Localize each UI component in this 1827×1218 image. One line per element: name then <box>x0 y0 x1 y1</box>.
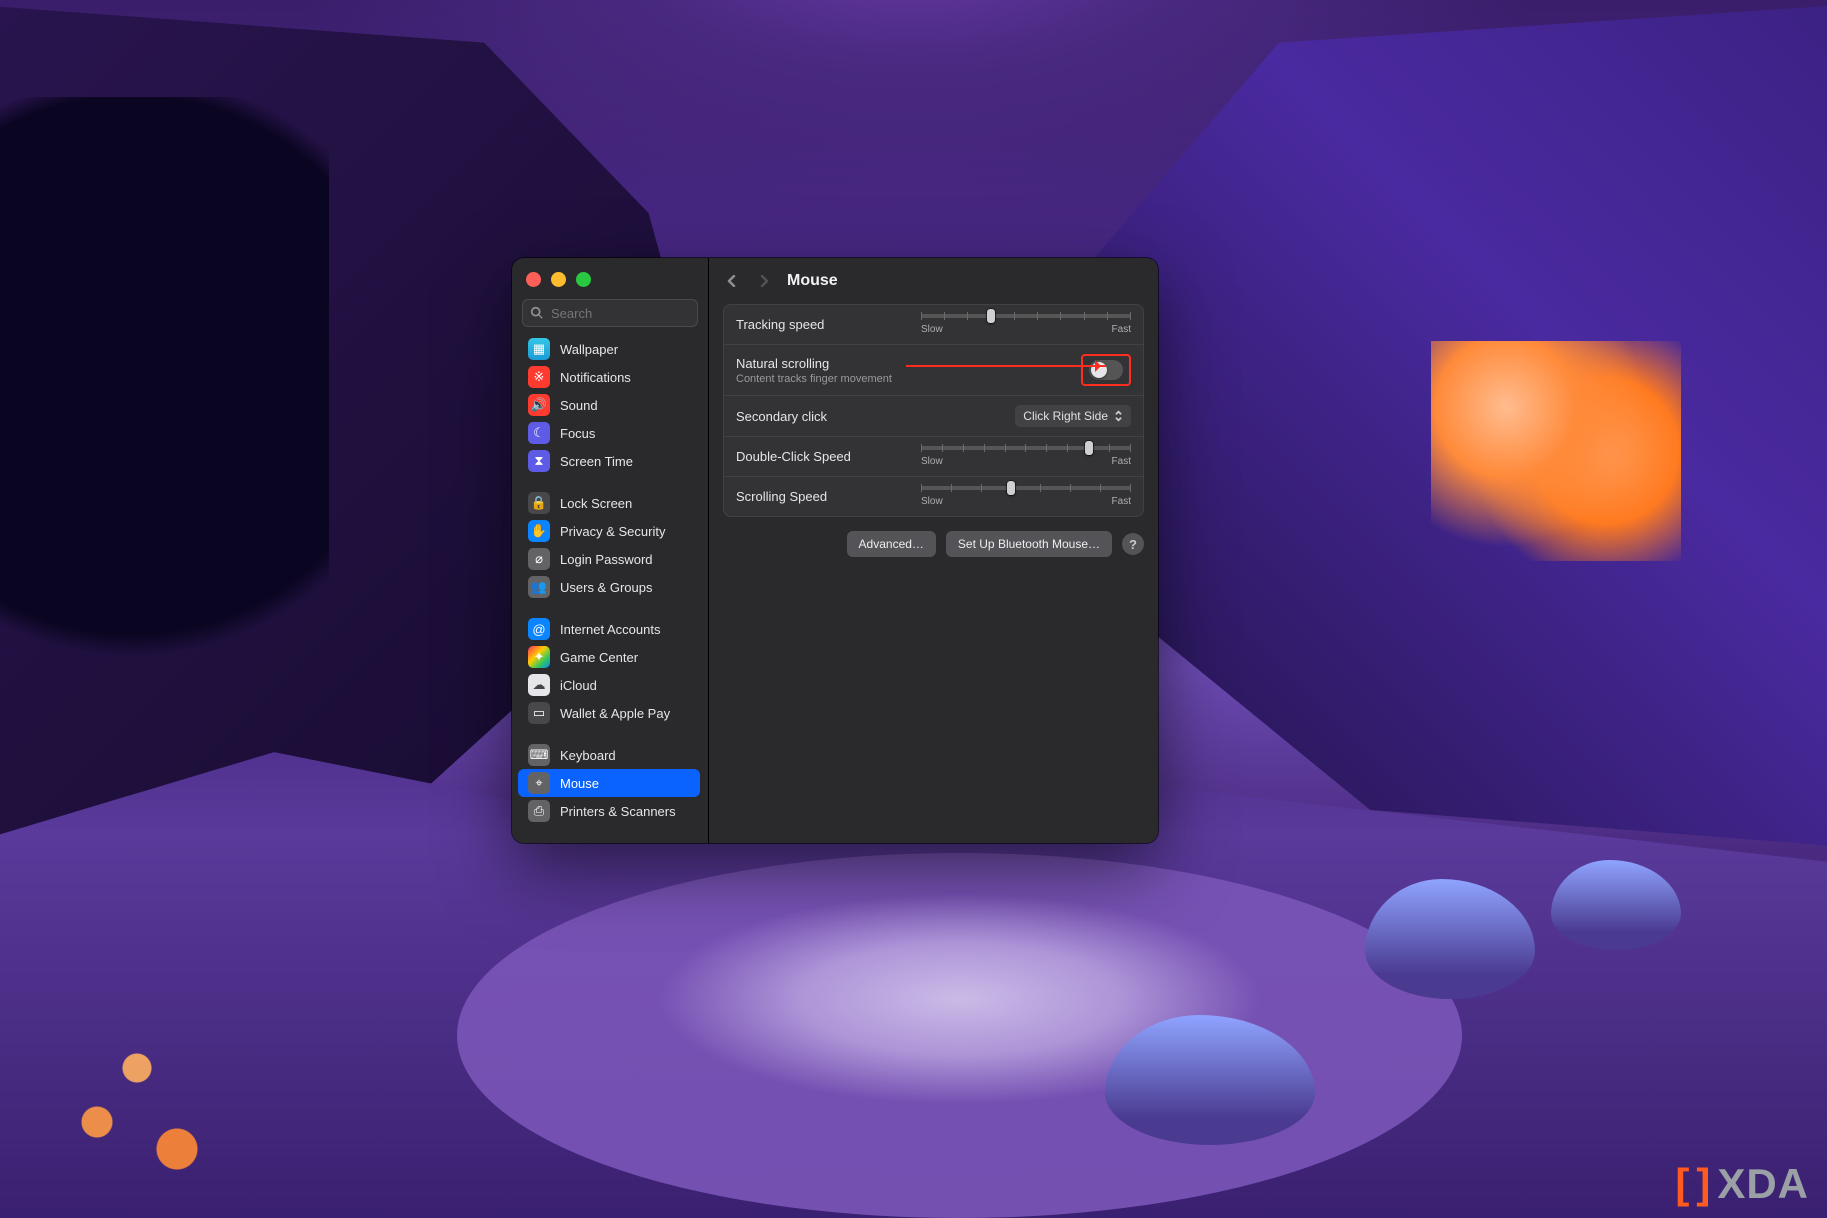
double-max: Fast <box>1112 456 1131 467</box>
secondary-click-label: Secondary click <box>736 409 911 424</box>
close-button[interactable] <box>526 272 541 287</box>
sidebar-item-mouse[interactable]: ⌖ Mouse <box>518 769 700 797</box>
scrolling-speed-slider[interactable] <box>921 486 1131 490</box>
sidebar-item-privacy[interactable]: ✋ Privacy & Security <box>518 517 700 545</box>
secondary-click-value: Click Right Side <box>1023 409 1108 423</box>
double-min: Slow <box>921 456 943 467</box>
sidebar-item-internet[interactable]: @ Internet Accounts <box>518 615 700 643</box>
sidebar-item-label: Printers & Scanners <box>560 804 676 819</box>
sidebar-item-label: Wallet & Apple Pay <box>560 706 670 721</box>
sidebar-item-label: Wallpaper <box>560 342 618 357</box>
mouse-icon: ⌖ <box>528 772 550 794</box>
kb-icon: ⌨ <box>528 744 550 766</box>
sidebar-item-screentime[interactable]: ⧗ Screen Time <box>518 447 700 475</box>
moon-icon: ☾ <box>528 422 550 444</box>
sidebar-item-lock[interactable]: 🔒 Lock Screen <box>518 489 700 517</box>
sidebar-item-notif[interactable]: ※ Notifications <box>518 363 700 391</box>
double-click-label: Double-Click Speed <box>736 449 911 464</box>
hour-icon: ⧗ <box>528 450 550 472</box>
back-button[interactable] <box>723 272 741 290</box>
row-scrolling-speed: Scrolling Speed Slow Fast <box>724 476 1143 516</box>
row-tracking-speed: Tracking speed Slow Fast <box>724 305 1143 344</box>
tracking-max: Fast <box>1112 324 1131 335</box>
sidebar-item-label: Mouse <box>560 776 599 791</box>
sidebar-item-icloud[interactable]: ☁ iCloud <box>518 671 700 699</box>
sidebar-item-label: Login Password <box>560 552 653 567</box>
zoom-button[interactable] <box>576 272 591 287</box>
sidebar-item-label: Sound <box>560 398 598 413</box>
sidebar-item-users[interactable]: 👥 Users & Groups <box>518 573 700 601</box>
card-icon: ▭ <box>528 702 550 724</box>
window-controls <box>512 258 708 295</box>
sidebar-item-label: Focus <box>560 426 595 441</box>
sidebar-item-printers[interactable]: ⎙ Printers & Scanners <box>518 797 700 825</box>
key-icon: ⌀ <box>528 548 550 570</box>
sidebar-item-label: Lock Screen <box>560 496 632 511</box>
sidebar-item-label: Privacy & Security <box>560 524 665 539</box>
sidebar-item-wallet[interactable]: ▭ Wallet & Apple Pay <box>518 699 700 727</box>
bell-icon: ※ <box>528 366 550 388</box>
sidebar-item-label: Notifications <box>560 370 631 385</box>
system-settings-window: ▦ Wallpaper ※ Notifications 🔊 Sound ☾ Focus ⧗ Scr… <box>512 258 1158 843</box>
sidebar-item-wallpaper[interactable]: ▦ Wallpaper <box>518 335 700 363</box>
row-natural-scrolling: Natural scrolling Content tracks finger … <box>724 344 1143 395</box>
sidebar-item-label: Keyboard <box>560 748 616 763</box>
titlebar: Mouse <box>709 258 1158 304</box>
game-icon: ✦ <box>528 646 550 668</box>
help-button[interactable]: ? <box>1122 533 1144 555</box>
sidebar-item-label: Game Center <box>560 650 638 665</box>
sidebar-item-label: iCloud <box>560 678 597 693</box>
row-double-click-speed: Double-Click Speed Slow Fast <box>724 436 1143 476</box>
speaker-icon: 🔊 <box>528 394 550 416</box>
hand-icon: ✋ <box>528 520 550 542</box>
sidebar-item-sound[interactable]: 🔊 Sound <box>518 391 700 419</box>
annotation-arrow <box>906 365 1106 367</box>
sidebar-item-label: Screen Time <box>560 454 633 469</box>
double-click-slider[interactable] <box>921 446 1131 450</box>
scroll-max: Fast <box>1112 496 1131 507</box>
natural-scrolling-label: Natural scrolling <box>736 356 829 371</box>
image-icon: ▦ <box>528 338 550 360</box>
search-icon <box>530 306 544 320</box>
sidebar-item-loginpw[interactable]: ⌀ Login Password <box>518 545 700 573</box>
footer: Advanced… Set Up Bluetooth Mouse… ? <box>709 517 1158 571</box>
sidebar-item-keyboard[interactable]: ⌨ Keyboard <box>518 741 700 769</box>
scroll-min: Slow <box>921 496 943 507</box>
sidebar-item-label: Internet Accounts <box>560 622 660 637</box>
sidebar-item-gamecenter[interactable]: ✦ Game Center <box>518 643 700 671</box>
at-icon: @ <box>528 618 550 640</box>
advanced-button[interactable]: Advanced… <box>847 531 936 557</box>
cloud-icon: ☁ <box>528 674 550 696</box>
sidebar-item-label: Users & Groups <box>560 580 652 595</box>
row-secondary-click: Secondary click Click Right Side <box>724 395 1143 436</box>
xda-watermark: [ ] XDA <box>1675 1160 1809 1208</box>
sidebar: ▦ Wallpaper ※ Notifications 🔊 Sound ☾ Focus ⧗ Scr… <box>512 258 709 843</box>
mouse-settings-panel: Tracking speed Slow Fast Natural <box>723 304 1144 517</box>
tracking-speed-label: Tracking speed <box>736 317 911 332</box>
forward-button[interactable] <box>755 272 773 290</box>
natural-scrolling-sub: Content tracks finger movement <box>736 373 911 385</box>
tracking-min: Slow <box>921 324 943 335</box>
sidebar-item-focus[interactable]: ☾ Focus <box>518 419 700 447</box>
people-icon: 👥 <box>528 576 550 598</box>
sidebar-search <box>522 299 698 327</box>
content-pane: Mouse Tracking speed Slow Fast <box>709 258 1158 843</box>
search-input[interactable] <box>522 299 698 327</box>
secondary-click-select[interactable]: Click Right Side <box>1015 405 1131 427</box>
minimize-button[interactable] <box>551 272 566 287</box>
tracking-speed-slider[interactable] <box>921 314 1131 318</box>
lock-icon: 🔒 <box>528 492 550 514</box>
chevron-updown-icon <box>1114 410 1123 422</box>
scrolling-speed-label: Scrolling Speed <box>736 489 911 504</box>
printer-icon: ⎙ <box>528 800 550 822</box>
sidebar-list[interactable]: ▦ Wallpaper ※ Notifications 🔊 Sound ☾ Focus ⧗ Scr… <box>512 335 708 843</box>
setup-bluetooth-mouse-button[interactable]: Set Up Bluetooth Mouse… <box>946 531 1112 557</box>
page-title: Mouse <box>787 272 838 290</box>
